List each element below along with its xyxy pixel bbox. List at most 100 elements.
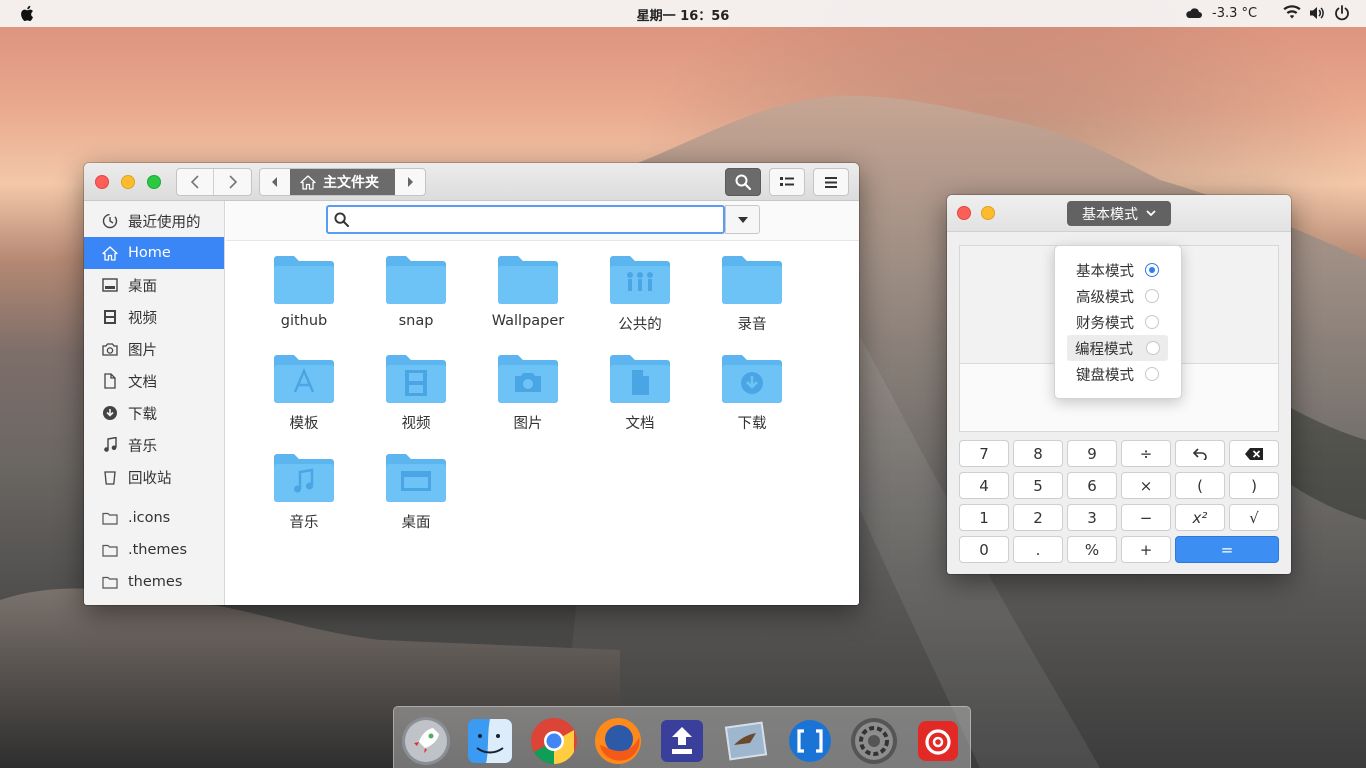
folder-item[interactable]: github [262, 255, 346, 343]
key-2[interactable]: 2 [1013, 504, 1063, 531]
file-manager-titlebar[interactable]: 主文件夹 [84, 163, 859, 201]
sidebar-item-documents[interactable]: 文档 [84, 365, 224, 397]
radio-unselected[interactable] [1145, 315, 1159, 329]
sidebar-bookmark-icons[interactable]: .icons [84, 502, 224, 534]
bracket-app-icon[interactable] [784, 715, 836, 767]
chevron-right-icon [228, 175, 237, 189]
view-mode-button[interactable] [769, 168, 805, 196]
backspace-button[interactable] [1229, 440, 1279, 467]
wifi-icon[interactable] [1283, 5, 1301, 20]
key-sqrt[interactable]: √ [1229, 504, 1279, 531]
key-8[interactable]: 8 [1013, 440, 1063, 467]
hamburger-icon [825, 176, 837, 188]
search-input[interactable] [356, 210, 716, 229]
app-store-icon[interactable] [656, 715, 708, 767]
folder-item[interactable]: 音乐 [262, 453, 346, 541]
key-0[interactable]: 0 [959, 536, 1009, 563]
history-nav [176, 168, 252, 196]
key-decimal[interactable]: . [1013, 536, 1063, 563]
sidebar-item-recent[interactable]: 最近使用的 [84, 205, 224, 237]
key-square[interactable]: x² [1175, 504, 1225, 531]
key-9[interactable]: 9 [1067, 440, 1117, 467]
key-equals[interactable]: = [1175, 536, 1279, 563]
sidebar-bookmark-themes-hidden[interactable]: .themes [84, 534, 224, 566]
folder-item[interactable]: 模板 [262, 354, 346, 442]
sidebar-item-desktop[interactable]: 桌面 [84, 269, 224, 301]
system-settings-icon[interactable] [848, 715, 900, 767]
chrome-icon[interactable] [528, 715, 580, 767]
minimize-button[interactable] [981, 206, 995, 220]
mode-option-programming[interactable]: 编程模式 [1067, 335, 1168, 361]
desktop-folder-icon [386, 454, 446, 502]
folder-item[interactable]: 文档 [598, 354, 682, 442]
key-open-paren[interactable]: ( [1175, 472, 1225, 499]
path-scroll-right-button[interactable] [395, 169, 425, 195]
path-scroll-left-button[interactable] [260, 169, 290, 195]
search-field[interactable] [326, 205, 725, 234]
folder-item[interactable]: 公共的 [598, 255, 682, 343]
folder-item[interactable]: 下载 [710, 354, 794, 442]
key-close-paren[interactable]: ) [1229, 472, 1279, 499]
key-7[interactable]: 7 [959, 440, 1009, 467]
sidebar-bookmark-themes[interactable]: themes [84, 566, 224, 598]
volume-icon[interactable] [1309, 6, 1325, 20]
radio-selected[interactable] [1145, 263, 1159, 277]
temperature[interactable]: -3.3 °C [1212, 6, 1257, 21]
clock[interactable]: 星期一 16：56 [0, 5, 1366, 24]
forward-button[interactable] [214, 169, 251, 195]
power-icon[interactable] [1334, 5, 1350, 21]
mode-option-keyboard[interactable]: 键盘模式 [1056, 361, 1180, 387]
key-6[interactable]: 6 [1067, 472, 1117, 499]
sidebar-item-label: 最近使用的 [128, 214, 201, 231]
radio-unselected[interactable] [1146, 341, 1160, 355]
key-1[interactable]: 1 [959, 504, 1009, 531]
sidebar-item-videos[interactable]: 视频 [84, 301, 224, 333]
downloads-folder-icon [722, 355, 782, 403]
minimize-button[interactable] [121, 175, 135, 189]
back-button[interactable] [177, 169, 214, 195]
key-add[interactable]: + [1121, 536, 1171, 563]
mode-option-financial[interactable]: 财务模式 [1056, 309, 1180, 335]
folder-item[interactable]: snap [374, 255, 458, 343]
key-3[interactable]: 3 [1067, 504, 1117, 531]
folder-item[interactable]: 桌面 [374, 453, 458, 541]
key-divide[interactable]: ÷ [1121, 440, 1171, 467]
finder-icon[interactable] [464, 715, 516, 767]
folder-item[interactable]: Wallpaper [486, 255, 570, 343]
folder-item[interactable]: 录音 [710, 255, 794, 343]
sidebar-item-pictures[interactable]: 图片 [84, 333, 224, 365]
close-button[interactable] [957, 206, 971, 220]
calculator-titlebar[interactable]: 基本模式 [947, 195, 1291, 232]
cloud-icon[interactable] [1185, 7, 1203, 19]
mail-icon[interactable] [720, 715, 772, 767]
key-percent[interactable]: % [1067, 536, 1117, 563]
search-toggle-button[interactable] [725, 168, 761, 196]
undo-button[interactable] [1175, 440, 1225, 467]
sidebar-item-downloads[interactable]: 下载 [84, 397, 224, 429]
sidebar-item-music[interactable]: 音乐 [84, 429, 224, 461]
netease-music-icon[interactable] [912, 715, 964, 767]
close-button[interactable] [95, 175, 109, 189]
launchpad-icon[interactable] [400, 715, 452, 767]
apple-logo-icon[interactable] [19, 4, 37, 23]
search-options-button[interactable] [725, 205, 760, 234]
folder-item[interactable]: 视频 [374, 354, 458, 442]
path-home-button[interactable]: 主文件夹 [290, 169, 395, 195]
menu-button[interactable] [813, 168, 849, 196]
mode-option-advanced[interactable]: 高级模式 [1056, 283, 1180, 309]
radio-unselected[interactable] [1145, 367, 1159, 381]
folder-item[interactable]: 图片 [486, 354, 570, 442]
maximize-button[interactable] [147, 175, 161, 189]
folder-icon [722, 256, 782, 304]
mode-option-basic[interactable]: 基本模式 [1056, 257, 1180, 283]
firefox-icon[interactable] [592, 715, 644, 767]
sidebar-item-home[interactable]: Home [84, 237, 224, 269]
sidebar-item-trash[interactable]: 回收站 [84, 461, 224, 493]
mode-selector-button[interactable]: 基本模式 [1067, 201, 1171, 226]
key-subtract[interactable]: − [1121, 504, 1171, 531]
key-5[interactable]: 5 [1013, 472, 1063, 499]
key-multiply[interactable]: × [1121, 472, 1171, 499]
sidebar-item-label: .icons [128, 510, 171, 526]
radio-unselected[interactable] [1145, 289, 1159, 303]
key-4[interactable]: 4 [959, 472, 1009, 499]
